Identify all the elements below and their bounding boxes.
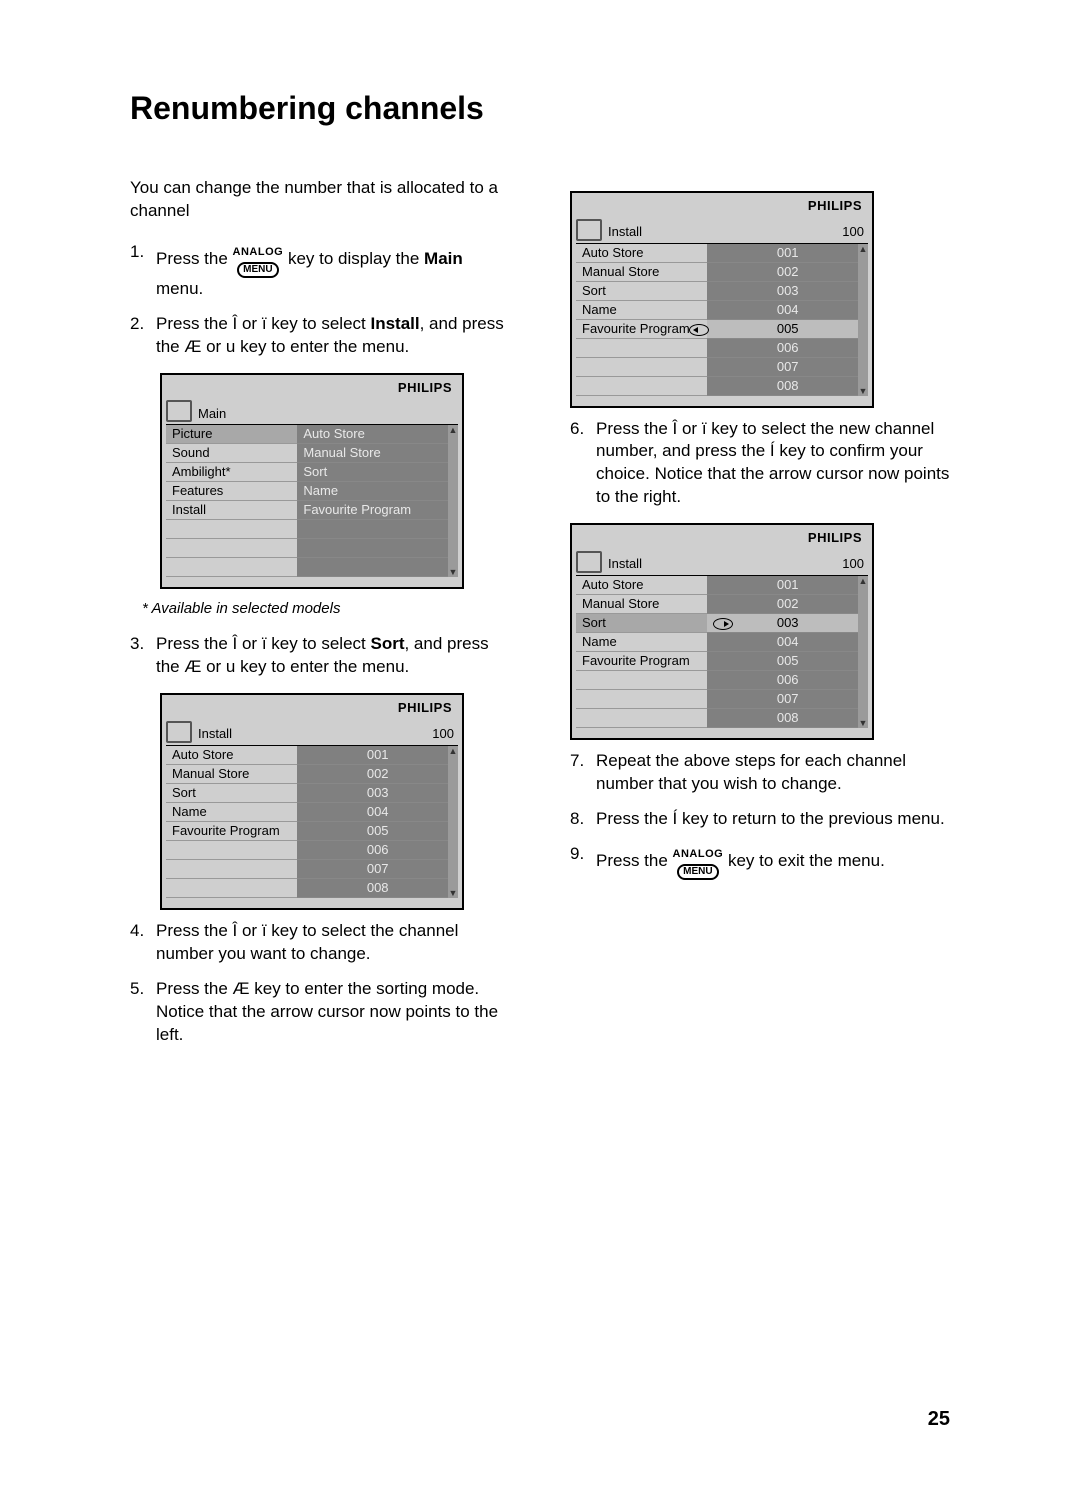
osd-right-list: 001 002 003 004 005 006 007 008 ▲▼ (297, 746, 458, 898)
brand-logo: PHILIPS (572, 525, 872, 547)
cursor-left-icon (689, 322, 709, 338)
list-item: 004 (297, 803, 458, 822)
list-item: 004 (707, 301, 868, 320)
step-9: 9. Press the ANALOG MENU key to exit the… (570, 843, 950, 880)
brand-logo: PHILIPS (162, 375, 462, 397)
list-item: Picture (166, 425, 297, 444)
list-item-selected: 003 (707, 614, 868, 633)
page-title: Renumbering channels (130, 90, 950, 127)
scrollbar: ▲▼ (448, 425, 458, 577)
list-item: Favourite Program (297, 501, 458, 520)
tv-icon (576, 551, 602, 573)
osd-left-list: Auto Store Manual Store Sort Name Favour… (576, 576, 707, 728)
page-number: 25 (928, 1408, 950, 1431)
footnote: * Available in selected models (142, 599, 510, 619)
list-item: Manual Store (576, 263, 707, 282)
osd-install-menu-1: PHILIPS Install 100 Auto Store Manual St… (160, 693, 464, 910)
list-item: Sort (297, 463, 458, 482)
list-item: 001 (707, 576, 868, 595)
list-item: 001 (297, 746, 458, 765)
scrollbar: ▲▼ (858, 244, 868, 396)
right-column: PHILIPS Install 100 Auto Store Manual St… (570, 177, 950, 1059)
list-item: Sound (166, 444, 297, 463)
list-item: 002 (297, 765, 458, 784)
list-item: Manual Store (576, 595, 707, 614)
list-item: 002 (707, 263, 868, 282)
list-item: 008 (707, 377, 868, 396)
osd-right-list: 001 002 003 004 005 006 007 008 ▲▼ (707, 576, 868, 728)
list-item: 008 (707, 709, 868, 728)
list-item: Name (166, 803, 297, 822)
osd-install-menu-3: PHILIPS Install 100 Auto Store Manual St… (570, 523, 874, 740)
scrollbar: ▲▼ (858, 576, 868, 728)
left-column: You can change the number that is alloca… (130, 177, 510, 1059)
list-item: 003 (707, 282, 868, 301)
tv-icon (576, 219, 602, 241)
step-4: 4. Press the Î or ï key to select the ch… (130, 920, 510, 966)
list-item: Auto Store (166, 746, 297, 765)
step-1: 1. Press the ANALOG MENU key to display … (130, 241, 510, 301)
list-item: 002 (707, 595, 868, 614)
intro-text: You can change the number that is alloca… (130, 177, 510, 223)
list-item: 007 (297, 860, 458, 879)
list-item: 007 (707, 690, 868, 709)
step-3: 3. Press the Î or ï key to select Sort, … (130, 633, 510, 679)
brand-logo: PHILIPS (162, 695, 462, 717)
list-item: Favourite Program (576, 320, 707, 339)
list-item: 003 (297, 784, 458, 803)
list-item: Auto Store (297, 425, 458, 444)
list-item: 004 (707, 633, 868, 652)
scrollbar: ▲▼ (448, 746, 458, 898)
step-6: 6. Press the Î or ï key to select the ne… (570, 418, 950, 510)
osd-right-list: Auto Store Manual Store Sort Name Favour… (297, 425, 458, 577)
list-item: Ambilight* (166, 463, 297, 482)
list-item: Auto Store (576, 244, 707, 263)
step-2: 2. Press the Î or ï key to select Instal… (130, 313, 510, 359)
cursor-right-icon (713, 616, 733, 632)
list-item: 006 (707, 671, 868, 690)
osd-left-list: Picture Sound Ambilight* Features Instal… (166, 425, 297, 577)
list-item: 006 (297, 841, 458, 860)
osd-left-list: Auto Store Manual Store Sort Name Favour… (166, 746, 297, 898)
list-item: 005 (297, 822, 458, 841)
list-item-selected: 005 (707, 320, 868, 339)
brand-logo: PHILIPS (572, 193, 872, 215)
list-item: Sort (166, 784, 297, 803)
list-item: 005 (707, 652, 868, 671)
menu-key-icon: ANALOG MENU (233, 241, 284, 278)
list-item: Sort (576, 282, 707, 301)
list-item: Manual Store (166, 765, 297, 784)
step-5: 5. Press the Æ key to enter the sorting … (130, 978, 510, 1047)
osd-main-menu: PHILIPS Main Picture Sound Ambilight* Fe… (160, 373, 464, 590)
tv-icon (166, 721, 192, 743)
osd-install-menu-2: PHILIPS Install 100 Auto Store Manual St… (570, 191, 874, 408)
list-item: Name (297, 482, 458, 501)
list-item: Favourite Program (576, 652, 707, 671)
step-8: 8. Press the Í key to return to the prev… (570, 808, 950, 831)
list-item: 006 (707, 339, 868, 358)
list-item: Manual Store (297, 444, 458, 463)
list-item: Features (166, 482, 297, 501)
list-item: 008 (297, 879, 458, 898)
list-item: Name (576, 301, 707, 320)
list-item: Install (166, 501, 297, 520)
list-item: 001 (707, 244, 868, 263)
list-item: Auto Store (576, 576, 707, 595)
tv-icon (166, 400, 192, 422)
osd-left-list: Auto Store Manual Store Sort Name Favour… (576, 244, 707, 396)
step-7: 7. Repeat the above steps for each chann… (570, 750, 950, 796)
list-item: Sort (576, 614, 707, 633)
list-item: Favourite Program (166, 822, 297, 841)
list-item: 007 (707, 358, 868, 377)
osd-right-list: 001 002 003 004 005 006 007 008 ▲▼ (707, 244, 868, 396)
menu-key-icon: ANALOG MENU (673, 843, 724, 880)
list-item: Name (576, 633, 707, 652)
